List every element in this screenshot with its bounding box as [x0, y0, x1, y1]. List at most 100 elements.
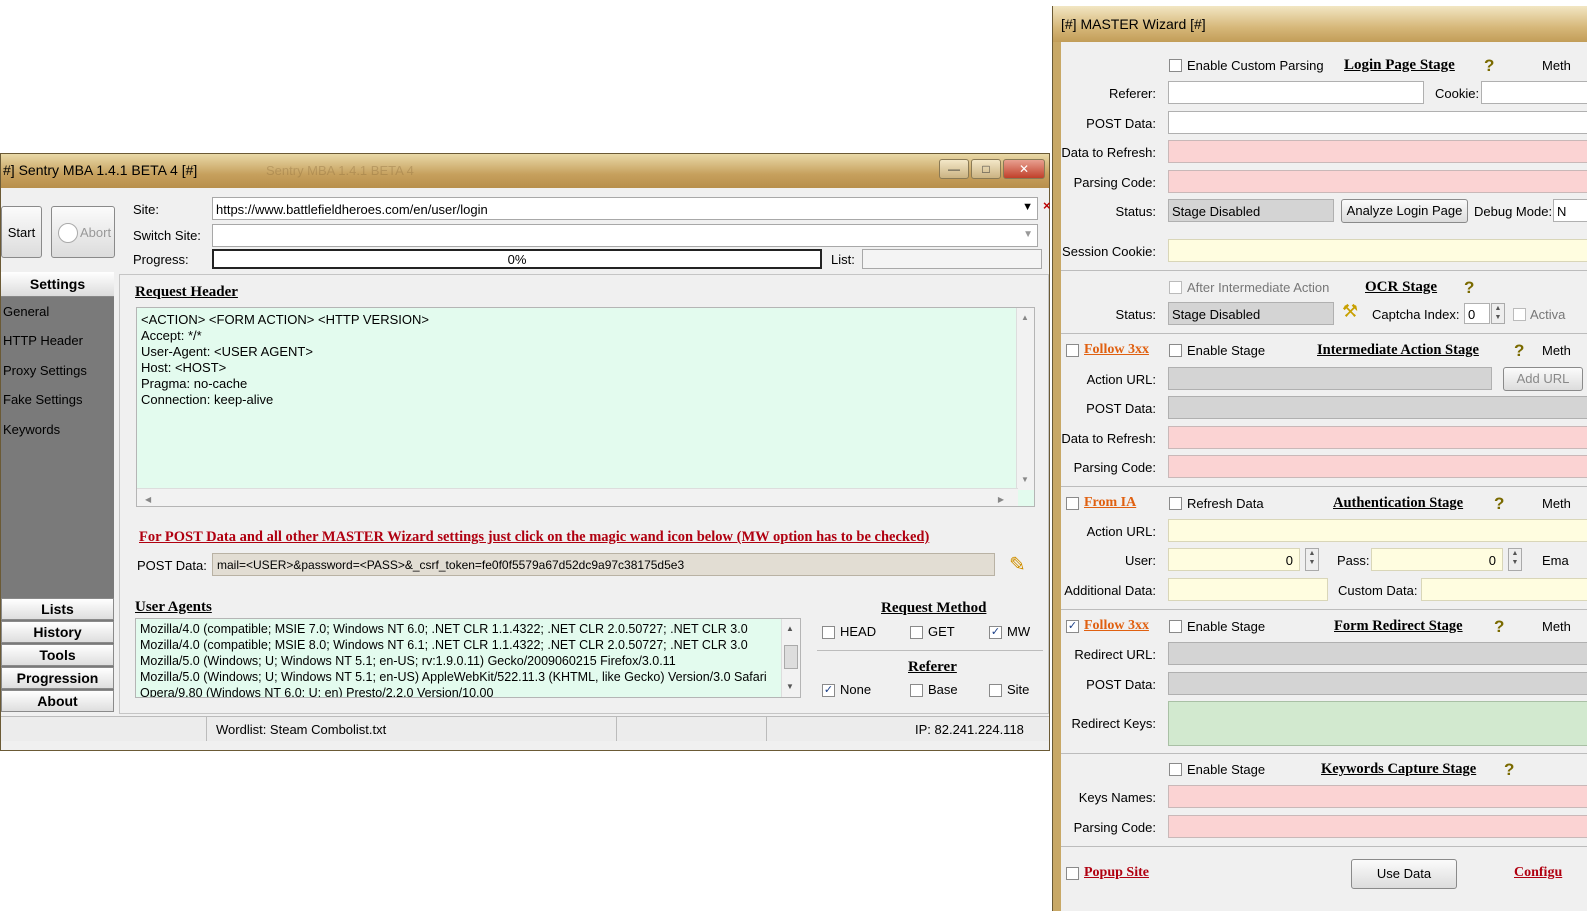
custom-data-label: Custom Data: — [1338, 583, 1418, 598]
user-stepper[interactable]: ▲ ▼ — [1305, 548, 1319, 571]
sidebar-item-keywords[interactable]: Keywords — [3, 422, 60, 437]
session-cookie-input[interactable] — [1168, 239, 1587, 262]
add-url-button[interactable]: Add URL — [1503, 367, 1583, 391]
help-icon[interactable]: ? — [1484, 56, 1494, 76]
maximize-button[interactable]: □ — [971, 159, 1001, 179]
close-button[interactable]: ✕ — [1003, 159, 1045, 179]
scroll-up-icon[interactable]: ▲ — [1021, 310, 1029, 326]
referer-none-checkbox[interactable]: ✓ — [822, 684, 835, 697]
redirect-url-input[interactable] — [1168, 642, 1587, 665]
chevron-down-icon[interactable]: ▼ — [1023, 229, 1033, 240]
settings-header[interactable]: Settings — [1, 272, 114, 297]
list-item[interactable]: Opera/9.80 (Windows NT 6.0; U; en) Prest… — [140, 685, 778, 697]
follow-3xx-link[interactable]: Follow 3xx — [1084, 342, 1149, 358]
horizontal-scrollbar[interactable]: ◀ ▶ — [137, 488, 1018, 506]
login-post-data-input[interactable] — [1168, 111, 1587, 134]
redirect-follow-3xx-checkbox[interactable]: ✓ — [1066, 620, 1079, 633]
scroll-thumb[interactable] — [784, 645, 798, 669]
keywords-enable-stage-checkbox[interactable] — [1169, 763, 1182, 776]
magic-wand-icon[interactable]: ✎ — [1009, 552, 1026, 577]
debug-mode-select[interactable]: N — [1553, 199, 1587, 222]
analyze-login-page-button[interactable]: Analyze Login Page — [1341, 199, 1468, 223]
from-ia-link[interactable]: From IA — [1084, 495, 1136, 511]
cookie-input[interactable] — [1481, 81, 1587, 104]
vertical-scrollbar[interactable]: ▲ ▼ — [781, 619, 800, 697]
configure-link[interactable]: Configu — [1514, 865, 1562, 881]
help-icon[interactable]: ? — [1504, 760, 1514, 780]
vertical-scrollbar[interactable]: ▲ ▼ — [1016, 308, 1034, 490]
list-item[interactable]: Mozilla/4.0 (compatible; MSIE 8.0; Windo… — [140, 637, 778, 653]
mw-title-bar[interactable]: [#] MASTER Wizard [#] — [1053, 6, 1587, 42]
help-icon[interactable]: ? — [1494, 494, 1504, 514]
scroll-up-icon[interactable]: ▲ — [786, 621, 794, 637]
captcha-index-input[interactable]: 0 — [1464, 303, 1490, 324]
lists-button[interactable]: Lists — [1, 598, 114, 620]
method-mw-checkbox[interactable]: ✓ — [989, 626, 1002, 639]
start-button[interactable]: Start — [1, 206, 42, 258]
scroll-right-icon[interactable]: ▶ — [998, 492, 1004, 508]
pass-input[interactable]: 0 — [1371, 548, 1503, 571]
pass-stepper[interactable]: ▲ ▼ — [1508, 548, 1522, 571]
history-button[interactable]: History — [1, 621, 114, 643]
login-data-refresh-input[interactable] — [1168, 140, 1587, 163]
help-icon[interactable]: ? — [1464, 278, 1474, 298]
sidebar-item-http-header[interactable]: HTTP Header — [3, 333, 83, 348]
request-header-textarea[interactable]: <ACTION> <FORM ACTION> <HTTP VERSION> Ac… — [136, 307, 1035, 507]
popup-site-link[interactable]: Popup Site — [1084, 865, 1149, 881]
ia-data-refresh-input[interactable] — [1168, 426, 1587, 449]
after-intermediate-checkbox[interactable] — [1169, 281, 1182, 294]
sidebar-item-fake-settings[interactable]: Fake Settings — [3, 392, 83, 407]
list-item[interactable]: Mozilla/4.0 (compatible; MSIE 7.0; Windo… — [140, 621, 778, 637]
keywords-parsing-code-input[interactable] — [1168, 815, 1587, 838]
sidebar-item-general[interactable]: General — [3, 304, 49, 319]
referer-site-checkbox[interactable] — [989, 684, 1002, 697]
ia-action-url-input[interactable] — [1168, 367, 1492, 390]
enable-custom-parsing-checkbox[interactable] — [1169, 59, 1182, 72]
close-icon[interactable]: × — [1043, 198, 1051, 213]
sentry-title-bar[interactable]: #] Sentry MBA 1.4.1 BETA 4 [#] Sentry MB… — [1, 154, 1049, 188]
help-icon[interactable]: ? — [1494, 617, 1504, 637]
custom-data-input[interactable] — [1421, 578, 1587, 601]
chevron-down-icon[interactable]: ▼ — [1022, 201, 1033, 213]
redirect-keys-textarea[interactable] — [1168, 701, 1587, 746]
scroll-down-icon[interactable]: ▼ — [1021, 472, 1029, 488]
switch-site-select[interactable]: ▼ — [212, 224, 1038, 247]
follow-3xx-checkbox[interactable] — [1066, 344, 1079, 357]
popup-site-checkbox[interactable] — [1066, 867, 1079, 880]
user-agents-list[interactable]: Mozilla/4.0 (compatible; MSIE 7.0; Windo… — [135, 618, 801, 698]
redirect-enable-stage-checkbox[interactable] — [1169, 620, 1182, 633]
refresh-data-checkbox[interactable] — [1169, 497, 1182, 510]
list-item[interactable]: Mozilla/5.0 (Windows; U; Windows NT 5.1;… — [140, 653, 778, 669]
keys-names-input[interactable] — [1168, 785, 1587, 808]
list-item[interactable]: Mozilla/5.0 (Windows; U; Windows NT 5.1;… — [140, 669, 778, 685]
redirect-post-data-input[interactable] — [1168, 672, 1587, 695]
method-head-checkbox[interactable] — [822, 626, 835, 639]
referer-base-checkbox[interactable] — [910, 684, 923, 697]
referer-input[interactable] — [1168, 81, 1424, 104]
redirect-follow-3xx-link[interactable]: Follow 3xx — [1084, 618, 1149, 634]
scroll-left-icon[interactable]: ◀ — [145, 492, 151, 508]
progression-button[interactable]: Progression — [1, 667, 114, 689]
user-input[interactable]: 0 — [1168, 548, 1300, 571]
post-data-input[interactable]: mail=<USER>&password=<PASS>&_csrf_token=… — [212, 553, 995, 576]
activate-checkbox[interactable] — [1513, 308, 1526, 321]
abort-button[interactable]: Abort — [51, 206, 115, 258]
ia-post-data-input[interactable] — [1168, 396, 1587, 419]
ia-parsing-code-input[interactable] — [1168, 455, 1587, 478]
enable-stage-checkbox[interactable] — [1169, 344, 1182, 357]
captcha-index-stepper[interactable]: ▲ ▼ — [1491, 303, 1505, 324]
sidebar-item-proxy-settings[interactable]: Proxy Settings — [3, 363, 87, 378]
tools-button[interactable]: Tools — [1, 644, 114, 666]
wrench-icon[interactable]: ⚒ — [1342, 301, 1358, 322]
method-get-checkbox[interactable] — [910, 626, 923, 639]
additional-data-input[interactable] — [1168, 578, 1328, 601]
minimize-button[interactable]: — — [939, 159, 969, 179]
site-select[interactable]: https://www.battlefieldheroes.com/en/use… — [212, 197, 1038, 220]
help-icon[interactable]: ? — [1514, 341, 1524, 361]
about-button[interactable]: About — [1, 690, 114, 712]
login-parsing-code-input[interactable] — [1168, 170, 1587, 193]
scroll-down-icon[interactable]: ▼ — [786, 679, 794, 695]
use-data-button[interactable]: Use Data — [1351, 859, 1457, 889]
auth-action-url-input[interactable] — [1168, 519, 1587, 542]
from-ia-checkbox[interactable] — [1066, 497, 1079, 510]
